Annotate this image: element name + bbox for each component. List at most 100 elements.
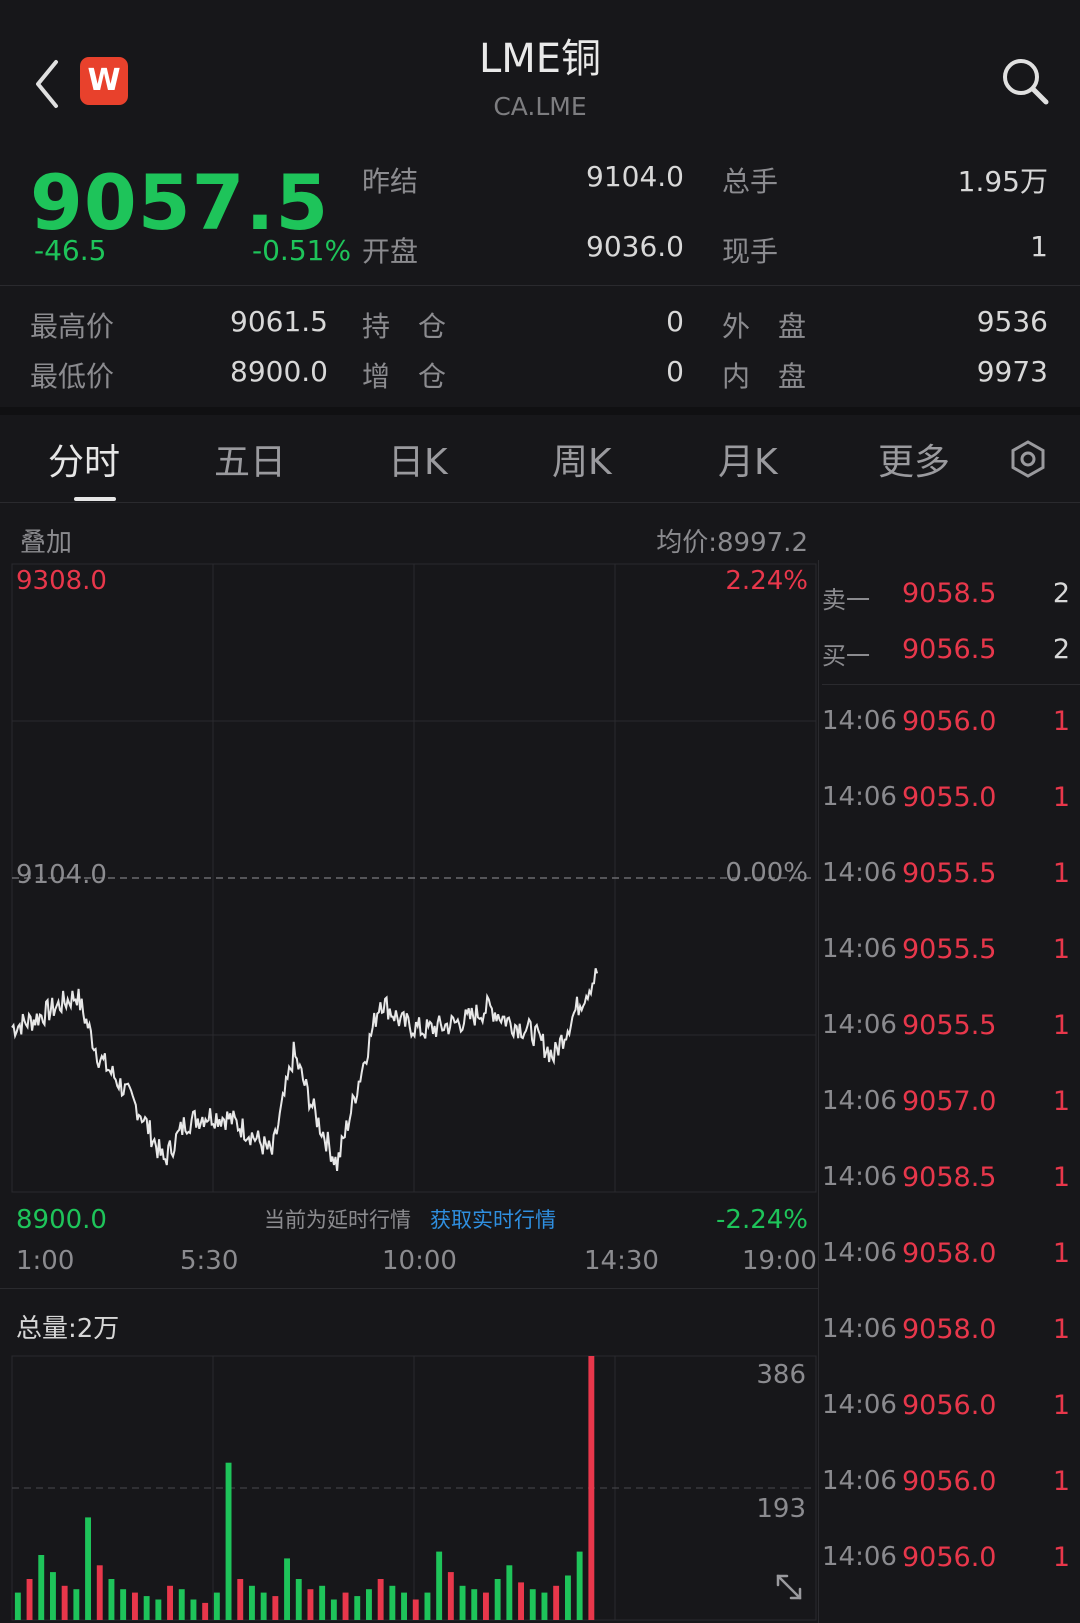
tick-time: 14:06 <box>822 1542 897 1572</box>
open-label: 开盘 <box>362 235 419 268</box>
open-interest-label: 持 仓 <box>362 310 447 343</box>
buy-one-label: 买一 <box>822 642 870 670</box>
y-bottom-label: 8900.0 <box>16 1205 107 1235</box>
tick-time: 14:06 <box>822 1466 897 1496</box>
volume-bar <box>447 1572 454 1620</box>
tick-size: 1 <box>1052 1238 1070 1269</box>
tick-size: 1 <box>1052 1010 1070 1041</box>
price-line <box>11 968 599 1172</box>
vol-mid-label: 193 <box>756 1494 806 1524</box>
y-mid-label: 9104.0 <box>16 860 107 890</box>
volume-bar <box>284 1558 290 1620</box>
y-bottom-pct: -2.24% <box>716 1205 808 1235</box>
y-mid-pct: 0.00% <box>725 858 808 888</box>
header: W LME铜 CA.LME <box>0 0 1080 140</box>
quote-panel: 9057.5 -46.5 -0.51% 昨结 9104.0 总手 1.95万 开… <box>0 140 1080 286</box>
price-chart[interactable] <box>0 560 820 1240</box>
outer-volume-value: 9536 <box>976 305 1048 338</box>
volume-bar <box>249 1585 255 1620</box>
volume-bar <box>424 1592 431 1620</box>
tick-price: 9055.0 <box>902 782 997 813</box>
volume-bar <box>366 1589 372 1620</box>
tick-size: 1 <box>1052 1314 1070 1345</box>
volume-bar <box>73 1589 80 1620</box>
volume-chart[interactable] <box>0 1352 820 1623</box>
oi-change-label: 增 仓 <box>362 360 447 393</box>
tab-weekly-k[interactable]: 周K <box>552 433 612 485</box>
tick-price: 9055.5 <box>902 934 997 965</box>
volume-bar <box>272 1596 279 1620</box>
volume-bar <box>307 1589 314 1620</box>
volume-bar <box>529 1589 536 1620</box>
tick-price: 9056.0 <box>902 1542 997 1573</box>
tick-time: 14:06 <box>822 858 897 888</box>
page-title: LME铜 <box>478 36 602 82</box>
volume-bar <box>178 1589 185 1620</box>
settings-hexagon-icon[interactable] <box>1008 439 1048 479</box>
volume-bar <box>471 1589 478 1620</box>
realtime-link[interactable]: 获取实时行情 <box>430 1204 556 1234</box>
vol-top-label: 386 <box>756 1360 806 1390</box>
tab-five-day[interactable]: 五日 <box>214 433 286 485</box>
volume-bar <box>14 1592 21 1620</box>
volume-bar <box>342 1592 349 1620</box>
volume-bar <box>38 1555 45 1620</box>
volume-bar <box>50 1572 56 1620</box>
volume-bar <box>319 1585 326 1620</box>
overlay-button[interactable]: 叠加 <box>20 522 72 559</box>
x-label-3: 10:00 <box>382 1246 457 1276</box>
volume-bar <box>494 1579 501 1620</box>
tick-price: 9058.5 <box>902 1162 997 1193</box>
volume-bar <box>190 1599 197 1620</box>
sell-one-price: 9058.5 <box>902 578 997 609</box>
tick-size: 1 <box>1052 1390 1070 1421</box>
open-interest-value: 0 <box>666 305 684 338</box>
tick-time: 14:06 <box>822 1162 897 1192</box>
volume-bar <box>202 1602 209 1620</box>
volume-bar <box>377 1579 384 1620</box>
volume-label: 总量:2万 <box>16 1314 120 1344</box>
inner-volume-value: 9973 <box>976 355 1048 388</box>
tab-monthly-k[interactable]: 月K <box>718 433 778 485</box>
tick-price: 9058.0 <box>902 1314 997 1345</box>
volume-bar <box>132 1592 138 1620</box>
volume-bar <box>389 1585 396 1620</box>
tick-time: 14:06 <box>822 1390 897 1420</box>
tick-price: 9057.0 <box>902 1086 997 1117</box>
volume-bar <box>295 1579 302 1620</box>
delay-notice: 当前为延时行情 <box>264 1208 411 1232</box>
prev-settle-value: 9104.0 <box>586 160 684 193</box>
tick-size: 1 <box>1052 782 1070 813</box>
x-label-2: 5:30 <box>180 1246 239 1276</box>
tick-size: 1 <box>1052 1542 1070 1573</box>
tick-price: 9058.0 <box>902 1238 997 1269</box>
divider <box>0 1288 818 1289</box>
tick-size: 1 <box>1052 858 1070 889</box>
buy-one-size: 2 <box>1052 634 1070 665</box>
volume-bar <box>155 1599 162 1620</box>
tab-more[interactable]: 更多 <box>878 433 950 485</box>
tab-daily-k[interactable]: 日K <box>388 433 448 485</box>
current-hand-value: 1 <box>1030 230 1048 263</box>
y-top-pct: 2.24% <box>725 566 808 596</box>
orderbook-divider <box>818 560 819 1623</box>
search-icon[interactable] <box>1000 56 1050 106</box>
tick-time: 14:06 <box>822 782 897 812</box>
x-label-5: 19:00 <box>742 1246 817 1276</box>
expand-arrows-icon[interactable] <box>772 1570 806 1604</box>
sell-one-size: 2 <box>1052 578 1070 609</box>
tick-size: 1 <box>1052 1162 1070 1193</box>
high-value: 9061.5 <box>230 305 328 338</box>
current-hand-label: 现手 <box>722 235 779 268</box>
price-change: -46.5 <box>34 234 107 267</box>
x-label-1: 1:00 <box>16 1246 75 1276</box>
app-root: W LME铜 CA.LME 9057.5 -46.5 -0.51% 昨结 910… <box>0 0 1080 1623</box>
tick-size: 1 <box>1052 934 1070 965</box>
total-volume-label: 总手 <box>722 165 779 198</box>
tab-intraday[interactable]: 分时 <box>48 433 120 485</box>
volume-bar <box>518 1582 524 1620</box>
volume-bar <box>143 1596 150 1620</box>
tick-time: 14:06 <box>822 1010 897 1040</box>
tick-price: 9056.0 <box>902 706 997 737</box>
price-change-pct: -0.51% <box>252 234 352 267</box>
